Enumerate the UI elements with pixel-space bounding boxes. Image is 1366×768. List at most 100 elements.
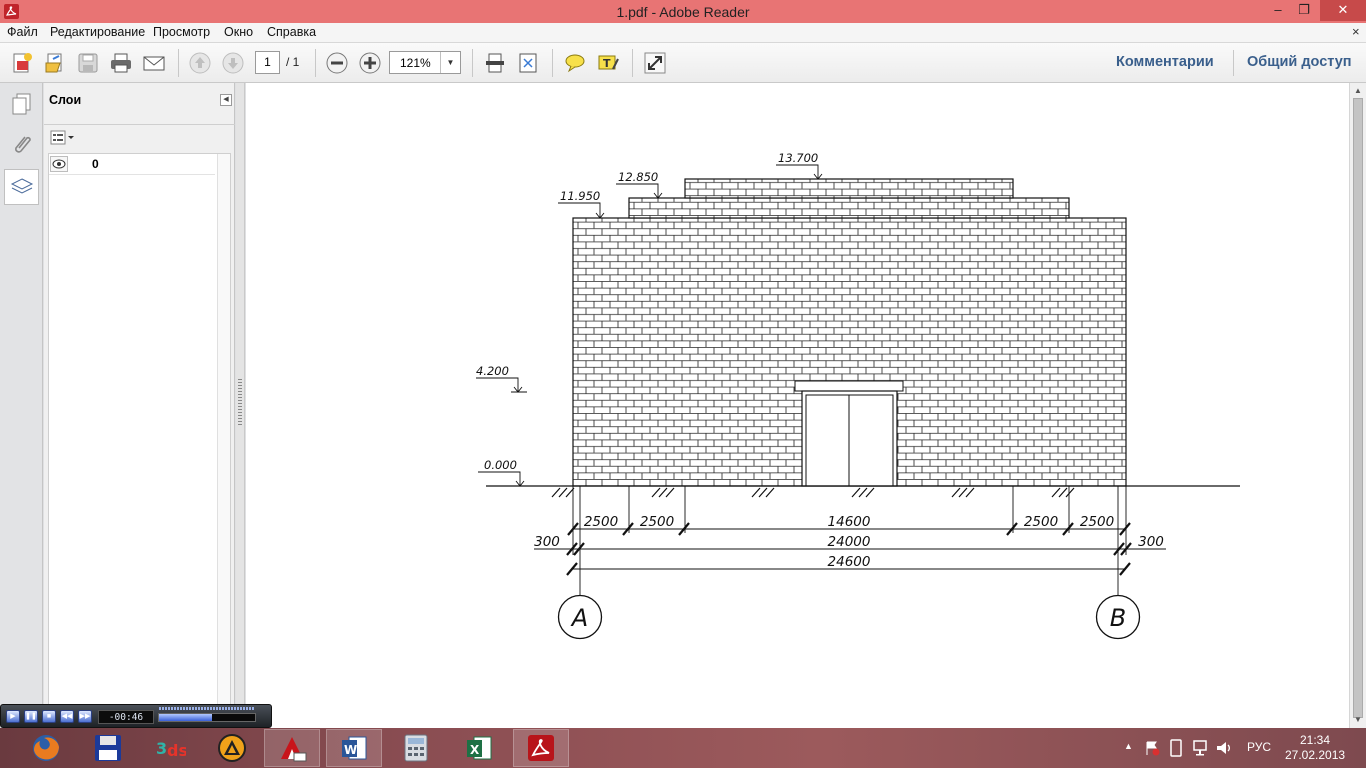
save-icon[interactable] [74,49,102,77]
scroll-up-arrow[interactable]: ▲ [1354,86,1362,95]
parapet-top [684,178,1014,199]
print-icon[interactable] [107,49,135,77]
svg-text:ds: ds [167,741,186,760]
menu-file[interactable]: Файл [7,25,38,39]
volume-icon[interactable] [1215,739,1233,757]
media-mini-player: ▶ ❚❚ ■ ◀◀ ▶▶ -00:46 [0,704,272,728]
close-document-button[interactable]: × [1352,24,1360,39]
close-window-button[interactable]: ✕ [1320,0,1366,21]
page-thumbnails-icon[interactable] [4,86,39,122]
svg-text:W: W [344,743,357,757]
dimension-label: 300 [534,534,560,550]
highlight-text-icon[interactable]: T [594,49,622,77]
taskbar: 3 ds W X ▲ РУС 21:34 27.02.2013 [0,728,1366,768]
autocad-icon[interactable] [264,729,320,767]
attachments-icon[interactable] [4,127,39,163]
stop-icon[interactable]: ■ [42,710,56,723]
splitter-grip[interactable] [238,379,242,427]
dimension-label: 300 [1138,534,1164,550]
player-time: -00:46 [98,710,154,724]
navigation-pane [0,83,43,728]
layers-icon[interactable] [4,169,39,205]
pane-splitter[interactable] [236,83,245,728]
scrollbar-thumb[interactable] [1353,98,1363,718]
scrollbar[interactable] [217,154,230,704]
document-view[interactable]: 13.700 12.850 11.950 4.200 0.000 2500 25… [246,83,1349,728]
clock-time: 21:34 [1299,733,1331,747]
save-disk-icon[interactable] [80,729,136,767]
page-number-input[interactable]: 1 [255,51,280,74]
level-label-mid: 12.850 [618,170,658,184]
zoom-out-icon[interactable] [323,49,351,77]
eye-icon[interactable] [50,156,68,172]
play-icon[interactable]: ▶ [6,710,20,723]
forward-icon[interactable]: ▶▶ [78,710,92,723]
toolbar-separator [178,49,179,77]
menu-window[interactable]: Окно [224,25,253,39]
restore-button[interactable]: ❐ [1290,0,1318,21]
language-indicator[interactable]: РУС [1247,740,1271,754]
scroll-down-arrow[interactable]: ▼ [1354,715,1362,724]
toolbar-separator [632,49,633,77]
layer-row[interactable]: 0 [49,154,215,175]
facade-drawing: 13.700 12.850 11.950 4.200 0.000 2500 25… [476,151,1240,640]
collapse-panel-button[interactable]: ◀ [220,94,232,106]
clock-date: 27.02.2013 [1285,748,1346,762]
network-icon[interactable] [1192,739,1210,757]
dimension-label: 24000 [828,534,871,550]
archicad-icon[interactable] [204,729,260,767]
menu-edit[interactable]: Редактирование [50,25,145,39]
dimension-label: 2500 [584,514,618,530]
adobe-reader-icon[interactable] [513,729,569,767]
menu-help[interactable]: Справка [267,25,316,39]
rewind-icon[interactable]: ◀◀ [60,710,74,723]
toolbar-separator [315,49,316,77]
share-link[interactable]: Общий доступ [1247,54,1352,70]
tray-expand-icon[interactable]: ▲ [1124,741,1133,751]
word-icon[interactable]: W [326,729,382,767]
menu-view[interactable]: Просмотр [153,25,210,39]
zoom-in-icon[interactable] [356,49,384,77]
calculator-icon[interactable] [388,729,444,767]
level-label-eave: 11.950 [560,189,600,203]
menu-bar: Файл Редактирование Просмотр Окно Справк… [0,23,1366,43]
action-center-flag-icon[interactable] [1144,740,1160,756]
email-icon[interactable] [140,49,168,77]
svg-text:T: T [603,57,611,70]
svg-text:X: X [470,743,480,757]
create-pdf-icon[interactable] [8,49,36,77]
level-label-ground: 0.000 [484,458,517,472]
level-label-top: 13.700 [778,151,818,165]
full-screen-icon[interactable] [641,49,669,77]
zoom-select[interactable]: 121% ▼ [389,51,461,74]
device-icon[interactable] [1169,739,1183,757]
clock[interactable]: 21:34 27.02.2013 [1285,733,1345,763]
layer-name: 0 [92,157,99,171]
chevron-down-icon[interactable]: ▼ [440,52,460,73]
pause-icon[interactable]: ❚❚ [24,710,38,723]
fit-page-icon[interactable] [514,49,542,77]
previous-page-icon[interactable] [186,49,214,77]
axis-label-a: A [570,604,588,632]
seek-bar[interactable] [158,713,256,722]
toolbar-separator [472,49,473,77]
options-menu-icon[interactable] [50,130,76,146]
dimension-label: 2500 [640,514,674,530]
vertical-scrollbar[interactable]: ▲ ▼ [1349,83,1366,728]
minimize-button[interactable]: ‒ [1264,0,1292,21]
parapet-middle [628,197,1070,219]
dimension-label: 2500 [1080,514,1114,530]
scroll-mode-icon[interactable] [481,49,509,77]
next-page-icon[interactable] [219,49,247,77]
door-lintel [794,380,904,392]
firefox-icon[interactable] [18,729,74,767]
open-file-icon[interactable] [41,49,69,77]
3ds-max-icon[interactable]: 3 ds [142,729,198,767]
comments-link[interactable]: Комментарии [1116,54,1214,70]
dimension-label: 2500 [1024,514,1058,530]
toolbar: 1 / 1 121% ▼ T Комментарии Общий доступ [0,43,1366,83]
comment-note-icon[interactable] [561,49,589,77]
excel-icon[interactable]: X [451,729,507,767]
seek-bar-fill [159,714,212,721]
level-meter [159,707,255,710]
